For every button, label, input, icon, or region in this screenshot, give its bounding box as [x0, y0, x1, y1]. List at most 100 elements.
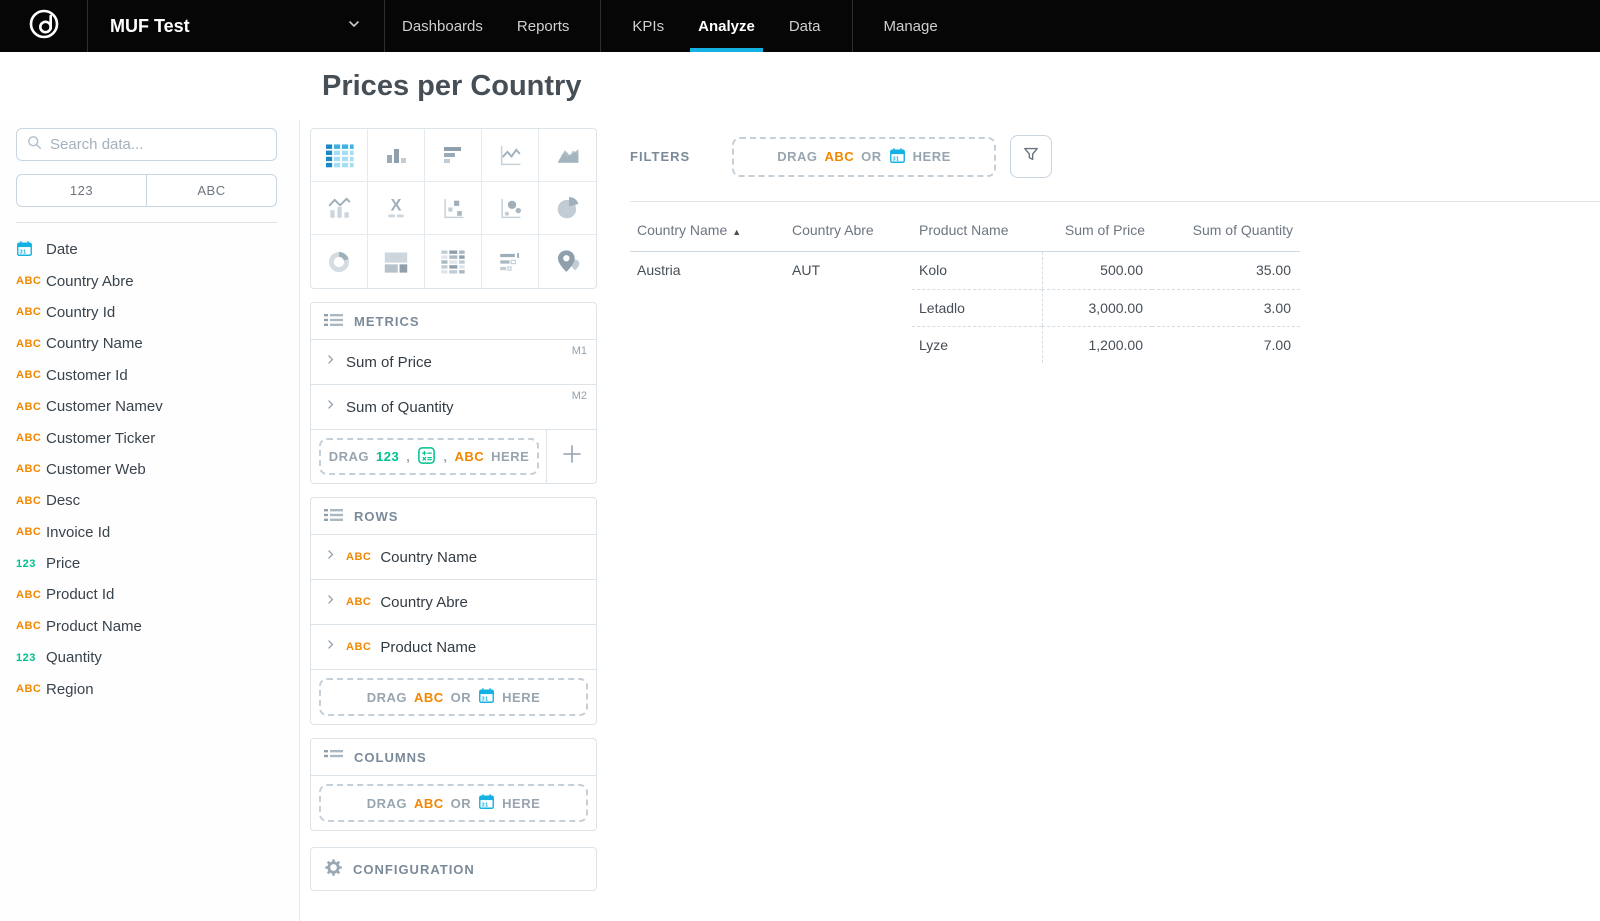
- abc-icon: ABC: [16, 494, 42, 507]
- toggle-numeric[interactable]: 123: [17, 175, 147, 206]
- bucket-title: METRICS: [354, 313, 420, 329]
- viz-bullet-chart-icon[interactable]: [482, 235, 539, 288]
- field-item[interactable]: ABC Region: [16, 673, 277, 704]
- project-selector[interactable]: MUF Test: [88, 0, 385, 52]
- dropzone-text: DRAG: [777, 149, 818, 164]
- viz-column-chart-icon[interactable]: [368, 129, 425, 182]
- abc-icon: ABC: [454, 449, 485, 464]
- viz-heatmap-icon[interactable]: [425, 235, 482, 288]
- search-icon: [26, 134, 43, 156]
- metrics-dropzone[interactable]: DRAG 123 , , ABC HERE: [319, 438, 539, 475]
- field-label: Customer Namev: [46, 398, 163, 416]
- cell-quantity: 3.00: [1152, 289, 1300, 326]
- abc-icon: ABC: [824, 149, 855, 164]
- chevron-right-icon[interactable]: [324, 593, 337, 611]
- nav-link-data[interactable]: Data: [772, 0, 838, 52]
- field-item[interactable]: ABC Country Id: [16, 297, 277, 328]
- column-header-sum-of-price[interactable]: Sum of Price: [1042, 202, 1152, 252]
- filters-dropzone[interactable]: DRAG ABC OR 31 HERE: [732, 136, 996, 177]
- title-row: Prices per Country: [0, 52, 1600, 120]
- metric-item-sum-of-price[interactable]: Sum of Price M1: [311, 340, 596, 385]
- search-box[interactable]: [16, 128, 277, 161]
- chevron-right-icon[interactable]: [324, 353, 337, 371]
- field-item[interactable]: ABC Customer Id: [16, 360, 277, 391]
- metric-tag: M2: [571, 390, 587, 402]
- dropzone-text: HERE: [491, 449, 530, 464]
- viz-combo-chart-icon[interactable]: [311, 182, 368, 235]
- nav-link-dashboards[interactable]: Dashboards: [385, 0, 500, 52]
- column-header-country-name[interactable]: Country Name ▲: [630, 202, 785, 252]
- column-header-country-abre[interactable]: Country Abre: [785, 202, 912, 252]
- viz-pie-chart-icon[interactable]: [539, 182, 596, 235]
- column-header-product-name[interactable]: Product Name: [912, 202, 1042, 252]
- field-label: Product Id: [46, 586, 115, 604]
- row-item-product-name[interactable]: ABC Product Name: [311, 625, 596, 670]
- configuration-section[interactable]: CONFIGURATION: [310, 847, 597, 891]
- columns-dropzone[interactable]: DRAG ABC OR 31 HERE: [319, 784, 588, 822]
- nav-link-kpis[interactable]: KPIs: [615, 0, 681, 52]
- viz-donut-chart-icon[interactable]: [311, 235, 368, 288]
- rows-dropzone[interactable]: DRAG ABC OR 31 HERE: [319, 678, 588, 716]
- viz-bubble-chart-icon[interactable]: [482, 182, 539, 235]
- nav-link-reports[interactable]: Reports: [500, 0, 587, 52]
- filter-button[interactable]: [1010, 135, 1052, 178]
- 123-icon: 123: [16, 557, 36, 570]
- project-name: MUF Test: [110, 15, 190, 36]
- add-metric-button[interactable]: [546, 430, 596, 483]
- svg-text:31: 31: [482, 696, 489, 702]
- field-item[interactable]: ABC Desc: [16, 485, 277, 516]
- field-item[interactable]: ABC Invoice Id: [16, 517, 277, 548]
- metrics-bucket-header: METRICS: [311, 303, 596, 340]
- field-item[interactable]: ABC Product Id: [16, 579, 277, 610]
- field-item[interactable]: 123 Quantity: [16, 642, 277, 673]
- logo-icon: [26, 6, 62, 47]
- page-title[interactable]: Prices per Country: [322, 70, 581, 103]
- viz-bar-chart-icon[interactable]: [425, 129, 482, 182]
- abc-icon: ABC: [346, 551, 372, 563]
- attribute-label: Country Name: [380, 548, 478, 566]
- viz-headline-icon[interactable]: X: [368, 182, 425, 235]
- search-input[interactable]: [50, 136, 267, 153]
- field-label: Country Name: [46, 335, 143, 353]
- svg-text:31: 31: [892, 156, 899, 162]
- abc-icon: ABC: [413, 689, 444, 705]
- abc-icon: ABC: [413, 795, 444, 811]
- cell-country: [630, 326, 785, 363]
- field-item[interactable]: 123 Price: [16, 548, 277, 579]
- cell-product: Letadlo: [912, 289, 1042, 326]
- viz-type-picker: X: [310, 128, 597, 289]
- viz-area-chart-icon[interactable]: [539, 129, 596, 182]
- toggle-text[interactable]: ABC: [147, 175, 276, 206]
- field-item[interactable]: ABC Country Name: [16, 328, 277, 359]
- viz-scatter-plot-icon[interactable]: [425, 182, 482, 235]
- field-item[interactable]: ABC Product Name: [16, 611, 277, 642]
- field-item[interactable]: ABC Customer Web: [16, 454, 277, 485]
- abc-icon: ABC: [16, 400, 42, 413]
- chevron-right-icon[interactable]: [324, 638, 337, 656]
- row-item-country-abre[interactable]: ABC Country Abre: [311, 580, 596, 625]
- abc-icon: ABC: [16, 683, 42, 696]
- field-item[interactable]: ABC Customer Ticker: [16, 422, 277, 453]
- viz-line-chart-icon[interactable]: [482, 129, 539, 182]
- cell-price: 3,000.00: [1042, 289, 1152, 326]
- chevron-right-icon[interactable]: [324, 548, 337, 566]
- abc-icon: ABC: [16, 369, 42, 382]
- column-header-sum-of-quantity[interactable]: Sum of Quantity: [1152, 202, 1300, 252]
- svg-text:X: X: [391, 197, 402, 215]
- viz-geo-pushpin-icon[interactable]: [539, 235, 596, 288]
- field-item[interactable]: ABC Country Abre: [16, 265, 277, 296]
- viz-treemap-icon[interactable]: [368, 235, 425, 288]
- chevron-right-icon[interactable]: [324, 398, 337, 416]
- field-item[interactable]: ABC Customer Namev: [16, 391, 277, 422]
- gooddata-logo[interactable]: [0, 0, 88, 52]
- row-item-country-name[interactable]: ABC Country Name: [311, 535, 596, 580]
- dropzone-text: DRAG: [366, 689, 407, 705]
- metric-label: Sum of Price: [346, 353, 432, 371]
- metric-item-sum-of-quantity[interactable]: Sum of Quantity M2: [311, 385, 596, 430]
- viz-table-icon[interactable]: [311, 129, 368, 182]
- divider: [16, 222, 277, 223]
- nav-link-manage[interactable]: Manage: [867, 0, 955, 52]
- field-item-date[interactable]: 31 Date: [16, 234, 277, 265]
- nav-link-analyze[interactable]: Analyze: [681, 0, 772, 52]
- abc-icon: ABC: [16, 432, 42, 445]
